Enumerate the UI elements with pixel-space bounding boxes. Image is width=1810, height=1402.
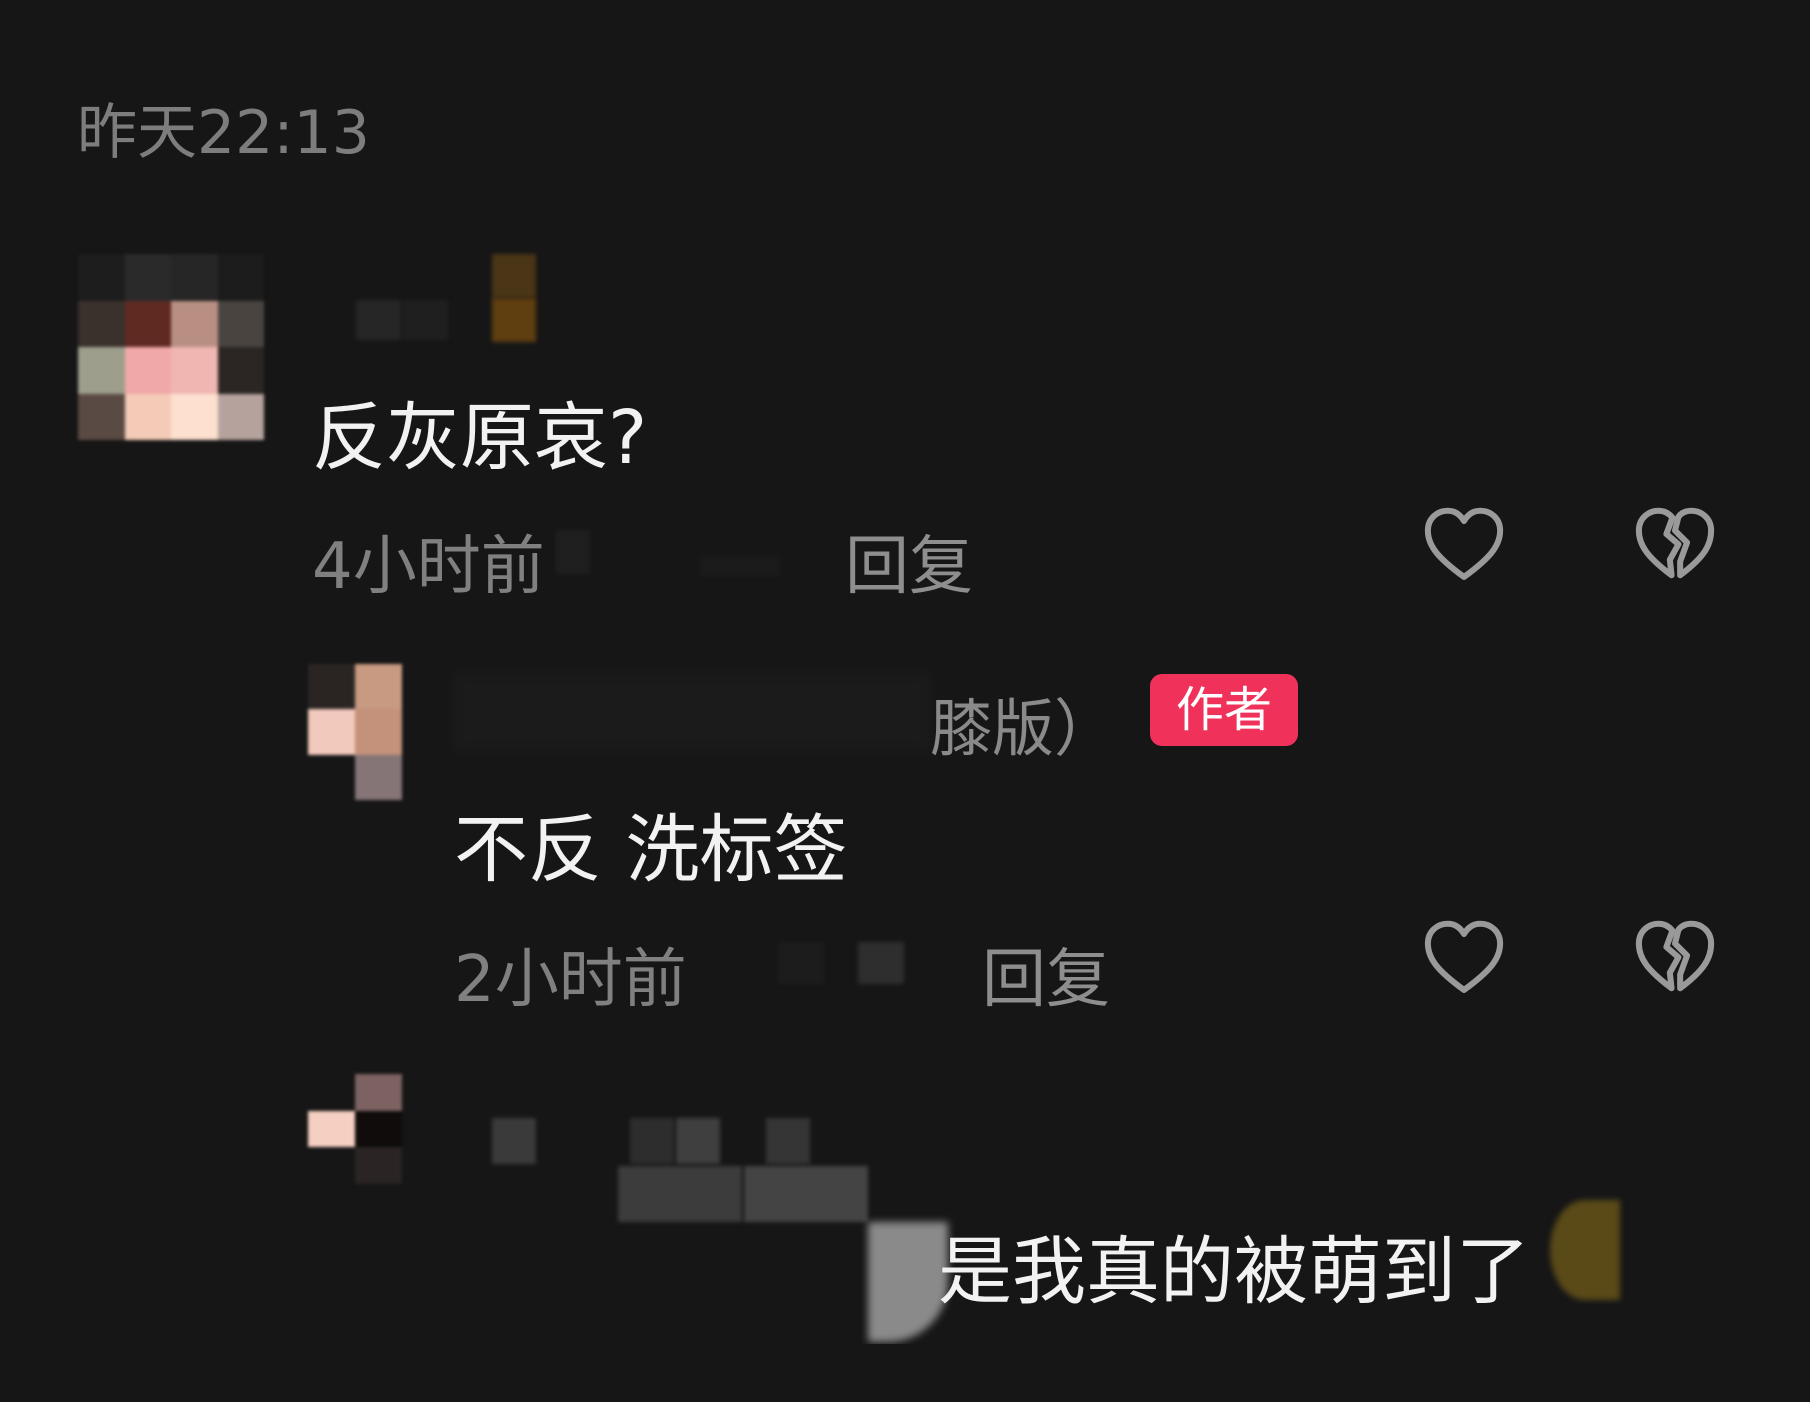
comment-time: 4小时前	[312, 530, 545, 604]
username-redacted	[402, 300, 448, 340]
reply-button[interactable]: 回复	[845, 515, 973, 607]
comment-text: 反灰原哀?	[312, 395, 648, 481]
broken-heart-icon	[1635, 920, 1715, 992]
avatar[interactable]	[308, 664, 402, 800]
author-name-redacted	[452, 672, 932, 752]
content-redacted	[618, 1166, 742, 1222]
avatar[interactable]	[308, 1074, 402, 1184]
screen-bottom	[0, 1344, 1810, 1402]
username-redacted	[766, 1118, 810, 1164]
reply-text: 是我真的被萌到了	[938, 1229, 1530, 1315]
username-redacted	[492, 254, 536, 298]
thread-timestamp: 昨天22:13	[77, 98, 370, 168]
reply-time: 2小时前	[454, 943, 687, 1017]
reply-text: 不反 洗标签	[454, 807, 848, 893]
username-redacted	[676, 1118, 720, 1164]
reply-button[interactable]: 回复	[982, 928, 1110, 1020]
author-name: 膝版）	[930, 692, 1117, 765]
location-redacted	[556, 530, 590, 574]
username-redacted	[356, 300, 402, 340]
username-redacted	[630, 1118, 674, 1164]
emoji-redacted	[1550, 1200, 1620, 1300]
content-redacted	[868, 1222, 948, 1342]
content-redacted	[744, 1166, 868, 1222]
location-redacted	[700, 556, 780, 576]
like-button[interactable]	[1421, 503, 1507, 589]
location-redacted	[778, 942, 824, 984]
heart-outline-icon	[1424, 920, 1504, 993]
broken-heart-icon	[1635, 507, 1715, 579]
avatar[interactable]	[78, 254, 264, 440]
username-redacted	[492, 1118, 536, 1164]
location-redacted	[858, 942, 904, 984]
author-badge: 作者	[1150, 674, 1298, 746]
username-redacted	[492, 298, 536, 342]
dislike-button[interactable]	[1632, 503, 1718, 589]
heart-outline-icon	[1424, 507, 1504, 580]
like-button[interactable]	[1421, 916, 1507, 1002]
dislike-button[interactable]	[1632, 916, 1718, 1002]
comment-thread-screen: 昨天22:13 反灰原哀? 4小时前 回复 膝版） 作者 不反 洗标签 2小时前…	[0, 0, 1810, 1402]
